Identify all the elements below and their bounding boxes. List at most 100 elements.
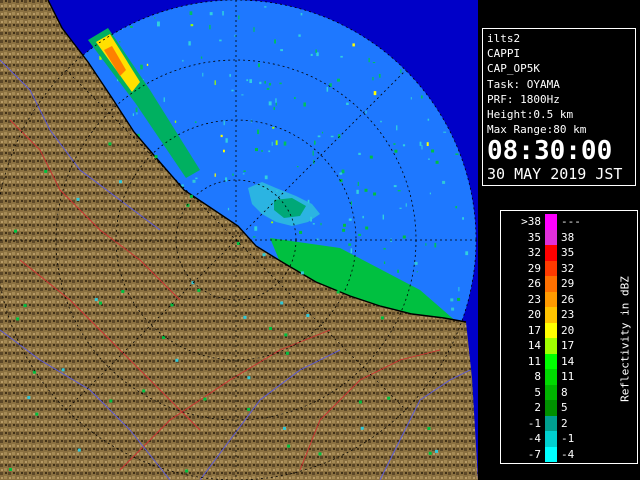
task-name: Task: OYAMA bbox=[487, 77, 560, 91]
echo-speck bbox=[275, 140, 278, 146]
echo-speck bbox=[246, 79, 249, 82]
echo-speck bbox=[219, 39, 222, 42]
echo-speck bbox=[310, 53, 313, 56]
echo-speck bbox=[264, 6, 267, 8]
land-echo-dot bbox=[402, 235, 406, 239]
echo-speck bbox=[223, 120, 225, 126]
echo-speck bbox=[420, 95, 423, 99]
echo-speck bbox=[372, 77, 374, 81]
echo-speck bbox=[410, 97, 412, 100]
echo-speck bbox=[372, 62, 376, 64]
legend-swatch bbox=[545, 229, 557, 245]
land-echo-dot bbox=[300, 271, 304, 275]
echo-speck bbox=[357, 181, 359, 186]
legend-low-label: 5 bbox=[534, 385, 541, 399]
land-echo-dot bbox=[243, 315, 247, 319]
land-echo-dot bbox=[185, 469, 189, 473]
echo-speck bbox=[330, 135, 334, 138]
legend-swatch bbox=[545, 415, 557, 431]
echo-speck bbox=[273, 106, 275, 110]
echo-speck bbox=[400, 69, 402, 74]
legend-row: -7 -4 bbox=[501, 446, 637, 462]
land-echo-dot bbox=[35, 412, 39, 416]
legend-low-label: -7 bbox=[527, 447, 541, 461]
land-echo-dot bbox=[247, 407, 251, 411]
legend-low-label: 26 bbox=[527, 277, 541, 290]
echo-speck bbox=[209, 12, 213, 16]
echo-speck bbox=[421, 145, 423, 150]
legend-low-label: 14 bbox=[527, 339, 541, 352]
legend-high-label: 29 bbox=[561, 277, 575, 290]
echo-speck bbox=[268, 150, 271, 153]
echo-speck bbox=[416, 271, 418, 273]
echo-speck bbox=[174, 120, 177, 123]
legend-row: 25 bbox=[501, 400, 637, 416]
echo-speck bbox=[429, 192, 431, 195]
echo-speck bbox=[163, 97, 165, 102]
land-echo-dot bbox=[280, 301, 284, 305]
echo-speck bbox=[190, 24, 194, 27]
echo-speck bbox=[231, 89, 234, 92]
echo-speck bbox=[194, 121, 197, 123]
echo-speck bbox=[382, 214, 384, 220]
echo-speck bbox=[136, 112, 138, 115]
echo-speck bbox=[362, 215, 364, 219]
land-echo-dot bbox=[192, 179, 196, 183]
land-echo-dot bbox=[77, 448, 81, 452]
echo-speck bbox=[271, 221, 274, 224]
echo-speck bbox=[130, 25, 133, 28]
observation-time: 08:30:00 bbox=[487, 136, 613, 167]
land-echo-dot bbox=[435, 160, 439, 164]
legend-low-label: 35 bbox=[527, 230, 541, 244]
echo-speck bbox=[458, 287, 460, 292]
land-echo-dot bbox=[247, 376, 251, 380]
echo-speck bbox=[132, 113, 134, 116]
legend-high-label: 5 bbox=[561, 401, 568, 414]
echo-speck bbox=[254, 226, 258, 231]
echo-speck bbox=[312, 223, 315, 225]
echo-speck bbox=[238, 15, 240, 20]
color-legend: >38 --- 35 38 32 35 29 32 26 29 23 26 20 23 17 20 14 17 11… bbox=[500, 210, 638, 464]
legend-swatch bbox=[545, 322, 557, 338]
land-echo-dot bbox=[394, 149, 398, 153]
echo-speck bbox=[425, 243, 427, 246]
land-echo-dot bbox=[427, 427, 431, 430]
side-panel: ilts2 CAPPI CAP_OP5K Task: OYAMA PRF: 18… bbox=[478, 0, 640, 480]
echo-speck bbox=[296, 166, 299, 168]
echo-speck bbox=[326, 86, 329, 92]
legend-row: 20 23 bbox=[501, 307, 637, 323]
land-echo-dot bbox=[428, 451, 432, 455]
legend-swatch bbox=[545, 400, 557, 416]
echo-speck bbox=[241, 94, 244, 96]
echo-speck bbox=[268, 82, 272, 86]
land-echo-dot bbox=[285, 351, 289, 355]
legend-low-label: 8 bbox=[534, 370, 541, 383]
land-echo-dot bbox=[365, 226, 369, 230]
echo-speck bbox=[214, 173, 216, 177]
land-echo-dot bbox=[27, 396, 31, 400]
land-echo-dot bbox=[299, 230, 303, 234]
legend-row: -1 2 bbox=[501, 415, 637, 431]
echo-speck bbox=[365, 110, 367, 114]
echo-speck bbox=[202, 72, 204, 77]
land-echo-dot bbox=[203, 397, 207, 401]
echo-speck bbox=[259, 81, 262, 85]
legend-low-label: 11 bbox=[527, 354, 541, 368]
land-echo-dot bbox=[189, 194, 193, 198]
max-range-value: Max Range:80 km bbox=[487, 123, 587, 137]
echo-speck bbox=[266, 87, 270, 90]
land-echo-dot bbox=[61, 368, 65, 372]
legend-low-label: 20 bbox=[527, 308, 541, 321]
land-echo-dot bbox=[44, 169, 48, 173]
land-echo-dot bbox=[283, 426, 286, 430]
echo-speck bbox=[426, 142, 429, 146]
land-echo-dot bbox=[343, 223, 346, 227]
echo-speck bbox=[402, 144, 406, 147]
legend-swatch bbox=[545, 276, 557, 292]
echo-speck bbox=[352, 43, 355, 47]
legend-low-label: 29 bbox=[527, 261, 541, 275]
land-echo-dot bbox=[287, 444, 291, 448]
echo-speck bbox=[298, 34, 301, 37]
echo-speck bbox=[339, 172, 343, 175]
echo-speck bbox=[253, 236, 256, 238]
